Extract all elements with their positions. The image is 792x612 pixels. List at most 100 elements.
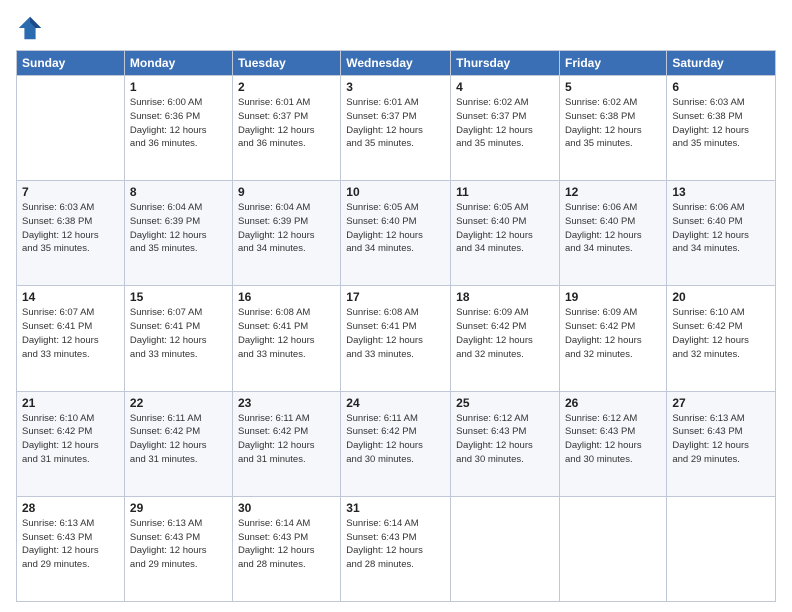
- day-number: 6: [672, 80, 770, 94]
- day-number: 27: [672, 396, 770, 410]
- calendar-cell: 1 Sunrise: 6:00 AMSunset: 6:36 PMDaylight…: [124, 76, 232, 181]
- day-number: 9: [238, 185, 335, 199]
- calendar-cell: [17, 76, 125, 181]
- calendar-cell: 28 Sunrise: 6:13 AMSunset: 6:43 PMDayligh…: [17, 496, 125, 601]
- calendar-cell: [451, 496, 560, 601]
- calendar-cell: 29 Sunrise: 6:13 AMSunset: 6:43 PMDayligh…: [124, 496, 232, 601]
- day-number: 28: [22, 501, 119, 515]
- calendar-cell: 26 Sunrise: 6:12 AMSunset: 6:43 PMDayligh…: [560, 391, 667, 496]
- day-info: Sunrise: 6:10 AMSunset: 6:42 PMDaylight:…: [22, 412, 119, 467]
- day-info: Sunrise: 6:01 AMSunset: 6:37 PMDaylight:…: [238, 96, 335, 151]
- calendar-cell: [667, 496, 776, 601]
- calendar-cell: 23Sunrise: 6:11 AMSunset: 6:42 PMDayligh…: [232, 391, 340, 496]
- calendar-cell: 3 Sunrise: 6:01 AMSunset: 6:37 PMDaylight…: [341, 76, 451, 181]
- day-info: Sunrise: 6:10 AMSunset: 6:42 PMDaylight:…: [672, 306, 770, 361]
- day-info: Sunrise: 6:08 AMSunset: 6:41 PMDaylight:…: [346, 306, 445, 361]
- day-info: Sunrise: 6:06 AMSunset: 6:40 PMDaylight:…: [672, 201, 770, 256]
- calendar-cell: 14 Sunrise: 6:07 AMSunset: 6:41 PMDayligh…: [17, 286, 125, 391]
- day-info: Sunrise: 6:07 AMSunset: 6:41 PMDaylight:…: [130, 306, 227, 361]
- week-row-4: 21 Sunrise: 6:10 AMSunset: 6:42 PMDayligh…: [17, 391, 776, 496]
- day-info: Sunrise: 6:07 AMSunset: 6:41 PMDaylight:…: [22, 306, 119, 361]
- col-header-tuesday: Tuesday: [232, 51, 340, 76]
- calendar-cell: 2 Sunrise: 6:01 AMSunset: 6:37 PMDaylight…: [232, 76, 340, 181]
- day-number: 7: [22, 185, 119, 199]
- day-number: 14: [22, 290, 119, 304]
- calendar-cell: 21 Sunrise: 6:10 AMSunset: 6:42 PMDayligh…: [17, 391, 125, 496]
- day-info: Sunrise: 6:12 AMSunset: 6:43 PMDaylight:…: [565, 412, 661, 467]
- week-row-1: 1 Sunrise: 6:00 AMSunset: 6:36 PMDaylight…: [17, 76, 776, 181]
- page: SundayMondayTuesdayWednesdayThursdayFrid…: [0, 0, 792, 612]
- week-row-2: 7 Sunrise: 6:03 AMSunset: 6:38 PMDaylight…: [17, 181, 776, 286]
- col-header-monday: Monday: [124, 51, 232, 76]
- calendar-cell: 19 Sunrise: 6:09 AMSunset: 6:42 PMDayligh…: [560, 286, 667, 391]
- calendar-cell: 9 Sunrise: 6:04 AMSunset: 6:39 PMDaylight…: [232, 181, 340, 286]
- day-info: Sunrise: 6:02 AMSunset: 6:38 PMDaylight:…: [565, 96, 661, 151]
- calendar-cell: 16 Sunrise: 6:08 AMSunset: 6:41 PMDayligh…: [232, 286, 340, 391]
- day-number: 26: [565, 396, 661, 410]
- day-number: 12: [565, 185, 661, 199]
- day-number: 3: [346, 80, 445, 94]
- calendar-cell: 7 Sunrise: 6:03 AMSunset: 6:38 PMDaylight…: [17, 181, 125, 286]
- day-info: Sunrise: 6:02 AMSunset: 6:37 PMDaylight:…: [456, 96, 554, 151]
- day-number: 20: [672, 290, 770, 304]
- day-info: Sunrise: 6:12 AMSunset: 6:43 PMDaylight:…: [456, 412, 554, 467]
- day-number: 21: [22, 396, 119, 410]
- col-header-friday: Friday: [560, 51, 667, 76]
- day-number: 8: [130, 185, 227, 199]
- calendar-cell: 6Sunrise: 6:03 AMSunset: 6:38 PMDaylight…: [667, 76, 776, 181]
- col-header-wednesday: Wednesday: [341, 51, 451, 76]
- calendar-cell: 4 Sunrise: 6:02 AMSunset: 6:37 PMDaylight…: [451, 76, 560, 181]
- day-info: Sunrise: 6:05 AMSunset: 6:40 PMDaylight:…: [346, 201, 445, 256]
- day-info: Sunrise: 6:11 AMSunset: 6:42 PMDaylight:…: [346, 412, 445, 467]
- calendar-cell: 12Sunrise: 6:06 AMSunset: 6:40 PMDayligh…: [560, 181, 667, 286]
- day-number: 1: [130, 80, 227, 94]
- day-info: Sunrise: 6:13 AMSunset: 6:43 PMDaylight:…: [130, 517, 227, 572]
- day-info: Sunrise: 6:00 AMSunset: 6:36 PMDaylight:…: [130, 96, 227, 151]
- day-number: 5: [565, 80, 661, 94]
- day-info: Sunrise: 6:01 AMSunset: 6:37 PMDaylight:…: [346, 96, 445, 151]
- day-info: Sunrise: 6:11 AMSunset: 6:42 PMDaylight:…: [130, 412, 227, 467]
- week-row-5: 28 Sunrise: 6:13 AMSunset: 6:43 PMDayligh…: [17, 496, 776, 601]
- day-number: 17: [346, 290, 445, 304]
- calendar-cell: [560, 496, 667, 601]
- day-number: 23: [238, 396, 335, 410]
- day-number: 2: [238, 80, 335, 94]
- calendar-cell: 15 Sunrise: 6:07 AMSunset: 6:41 PMDayligh…: [124, 286, 232, 391]
- calendar-header-row: SundayMondayTuesdayWednesdayThursdayFrid…: [17, 51, 776, 76]
- day-number: 24: [346, 396, 445, 410]
- calendar-cell: 24 Sunrise: 6:11 AMSunset: 6:42 PMDayligh…: [341, 391, 451, 496]
- col-header-sunday: Sunday: [17, 51, 125, 76]
- day-number: 10: [346, 185, 445, 199]
- calendar-table: SundayMondayTuesdayWednesdayThursdayFrid…: [16, 50, 776, 602]
- day-info: Sunrise: 6:04 AMSunset: 6:39 PMDaylight:…: [238, 201, 335, 256]
- day-info: Sunrise: 6:14 AMSunset: 6:43 PMDaylight:…: [346, 517, 445, 572]
- calendar-cell: 18Sunrise: 6:09 AMSunset: 6:42 PMDayligh…: [451, 286, 560, 391]
- day-number: 25: [456, 396, 554, 410]
- day-info: Sunrise: 6:04 AMSunset: 6:39 PMDaylight:…: [130, 201, 227, 256]
- calendar-cell: 31 Sunrise: 6:14 AMSunset: 6:43 PMDayligh…: [341, 496, 451, 601]
- day-number: 31: [346, 501, 445, 515]
- calendar-cell: 11 Sunrise: 6:05 AMSunset: 6:40 PMDayligh…: [451, 181, 560, 286]
- day-number: 16: [238, 290, 335, 304]
- day-number: 15: [130, 290, 227, 304]
- day-info: Sunrise: 6:13 AMSunset: 6:43 PMDaylight:…: [22, 517, 119, 572]
- day-info: Sunrise: 6:03 AMSunset: 6:38 PMDaylight:…: [22, 201, 119, 256]
- calendar-cell: 22Sunrise: 6:11 AMSunset: 6:42 PMDayligh…: [124, 391, 232, 496]
- calendar-cell: 13Sunrise: 6:06 AMSunset: 6:40 PMDayligh…: [667, 181, 776, 286]
- day-number: 29: [130, 501, 227, 515]
- day-info: Sunrise: 6:09 AMSunset: 6:42 PMDaylight:…: [565, 306, 661, 361]
- logo: [16, 14, 48, 42]
- day-info: Sunrise: 6:05 AMSunset: 6:40 PMDaylight:…: [456, 201, 554, 256]
- logo-icon: [16, 14, 44, 42]
- day-number: 11: [456, 185, 554, 199]
- day-number: 4: [456, 80, 554, 94]
- day-info: Sunrise: 6:13 AMSunset: 6:43 PMDaylight:…: [672, 412, 770, 467]
- day-number: 19: [565, 290, 661, 304]
- week-row-3: 14 Sunrise: 6:07 AMSunset: 6:41 PMDayligh…: [17, 286, 776, 391]
- day-info: Sunrise: 6:08 AMSunset: 6:41 PMDaylight:…: [238, 306, 335, 361]
- day-info: Sunrise: 6:14 AMSunset: 6:43 PMDaylight:…: [238, 517, 335, 572]
- calendar-cell: 10 Sunrise: 6:05 AMSunset: 6:40 PMDayligh…: [341, 181, 451, 286]
- calendar-cell: 20 Sunrise: 6:10 AMSunset: 6:42 PMDayligh…: [667, 286, 776, 391]
- day-number: 18: [456, 290, 554, 304]
- header: [16, 10, 776, 42]
